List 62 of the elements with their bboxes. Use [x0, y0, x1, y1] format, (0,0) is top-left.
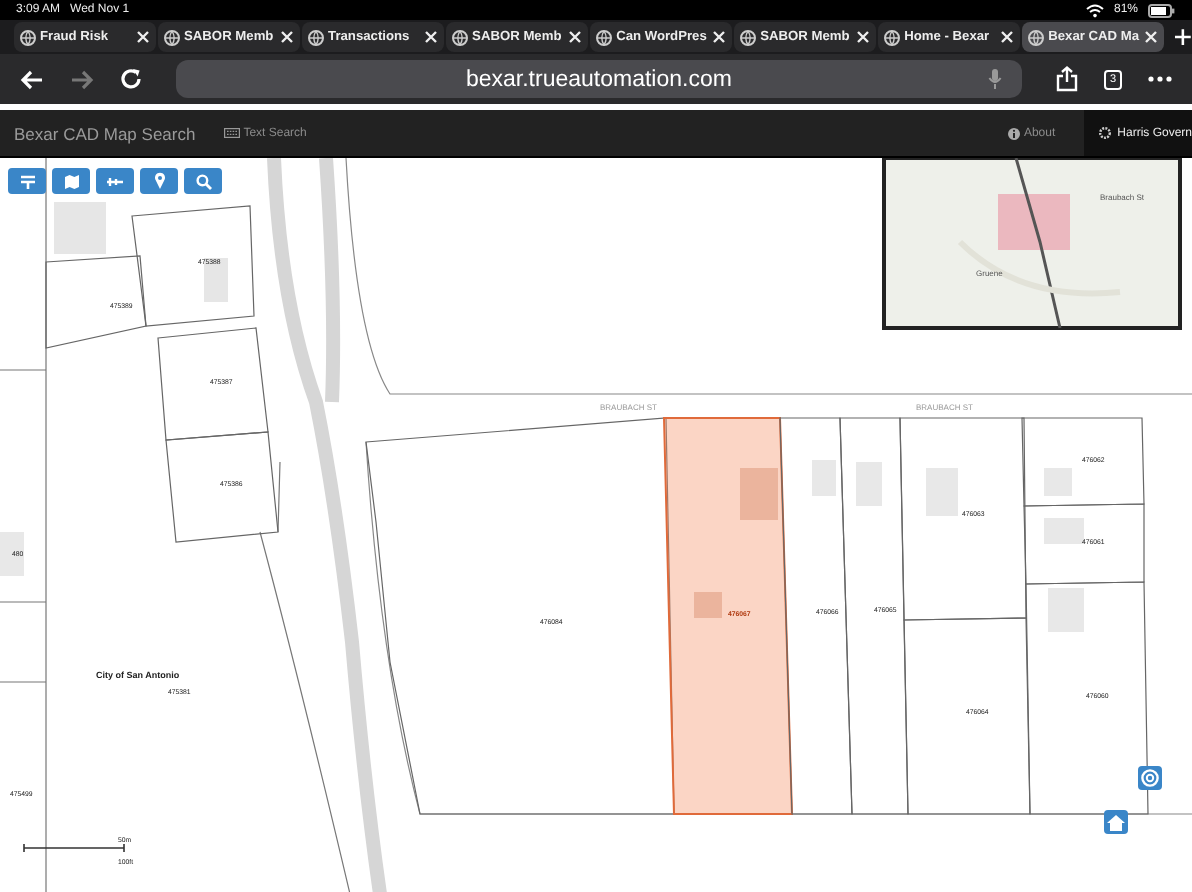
- reload-icon[interactable]: [120, 68, 142, 90]
- microphone-icon[interactable]: [987, 68, 1002, 90]
- close-icon[interactable]: [1000, 30, 1015, 44]
- layers-icon: [19, 173, 35, 189]
- globe-icon: [20, 29, 36, 45]
- target-icon: [1140, 768, 1160, 788]
- globe-icon: [308, 29, 325, 45]
- close-icon[interactable]: [856, 30, 871, 44]
- back-icon[interactable]: [20, 69, 44, 89]
- building-shape: [1048, 588, 1084, 632]
- close-icon[interactable]: [712, 30, 727, 44]
- map-icon: [63, 173, 79, 189]
- parcel[interactable]: [839, 417, 909, 815]
- parcel[interactable]: [131, 205, 255, 327]
- building-shape: [54, 202, 106, 254]
- building-shape: [694, 592, 722, 618]
- globe-icon: [164, 29, 181, 45]
- close-icon[interactable]: [136, 30, 151, 44]
- parcel[interactable]: [1021, 417, 1145, 507]
- map-button[interactable]: [52, 168, 90, 194]
- gear-icon: [1097, 126, 1112, 140]
- close-icon[interactable]: [280, 30, 295, 44]
- new-tab-icon[interactable]: [1174, 28, 1192, 46]
- layers-button[interactable]: [8, 168, 46, 194]
- parcel[interactable]: [899, 417, 1027, 621]
- home-icon: [1106, 813, 1126, 831]
- close-icon[interactable]: [1144, 30, 1159, 44]
- location-pin-button[interactable]: [140, 168, 178, 194]
- parcel[interactable]: [165, 431, 279, 543]
- address-field[interactable]: bexar.trueautomation.com: [176, 60, 1022, 98]
- battery-icon: [1148, 3, 1176, 17]
- locate-button[interactable]: [1138, 766, 1162, 790]
- share-icon[interactable]: [1055, 66, 1078, 92]
- parcel[interactable]: [157, 327, 269, 441]
- globe-icon: [1028, 29, 1045, 45]
- search-icon: [195, 173, 211, 189]
- app-title[interactable]: Bexar CAD Map Search: [14, 123, 196, 143]
- scale-bar: [23, 843, 125, 853]
- home-button[interactable]: [1104, 810, 1128, 834]
- search-button[interactable]: [184, 168, 222, 194]
- parcel[interactable]: [903, 617, 1031, 815]
- globe-icon: [884, 29, 901, 45]
- close-icon[interactable]: [568, 30, 583, 44]
- more-icon[interactable]: [1148, 76, 1172, 82]
- pin-icon: [153, 172, 165, 190]
- parcel[interactable]: [1025, 581, 1149, 815]
- wifi-icon: [1085, 3, 1104, 17]
- globe-icon: [740, 29, 757, 45]
- parcel[interactable]: [1023, 503, 1145, 585]
- info-icon: [1007, 127, 1020, 139]
- keyboard-icon: [223, 128, 240, 138]
- globe-icon: [596, 29, 613, 45]
- selected-parcel[interactable]: [662, 417, 794, 815]
- measure-button[interactable]: [96, 168, 134, 194]
- parcel[interactable]: [45, 255, 147, 349]
- close-icon[interactable]: [424, 30, 439, 44]
- globe-icon: [452, 29, 469, 45]
- parcel[interactable]: [365, 417, 675, 815]
- forward-icon[interactable]: [70, 69, 94, 89]
- ruler-icon: [106, 175, 124, 187]
- parcel[interactable]: [779, 417, 853, 815]
- building-shape: [740, 468, 778, 520]
